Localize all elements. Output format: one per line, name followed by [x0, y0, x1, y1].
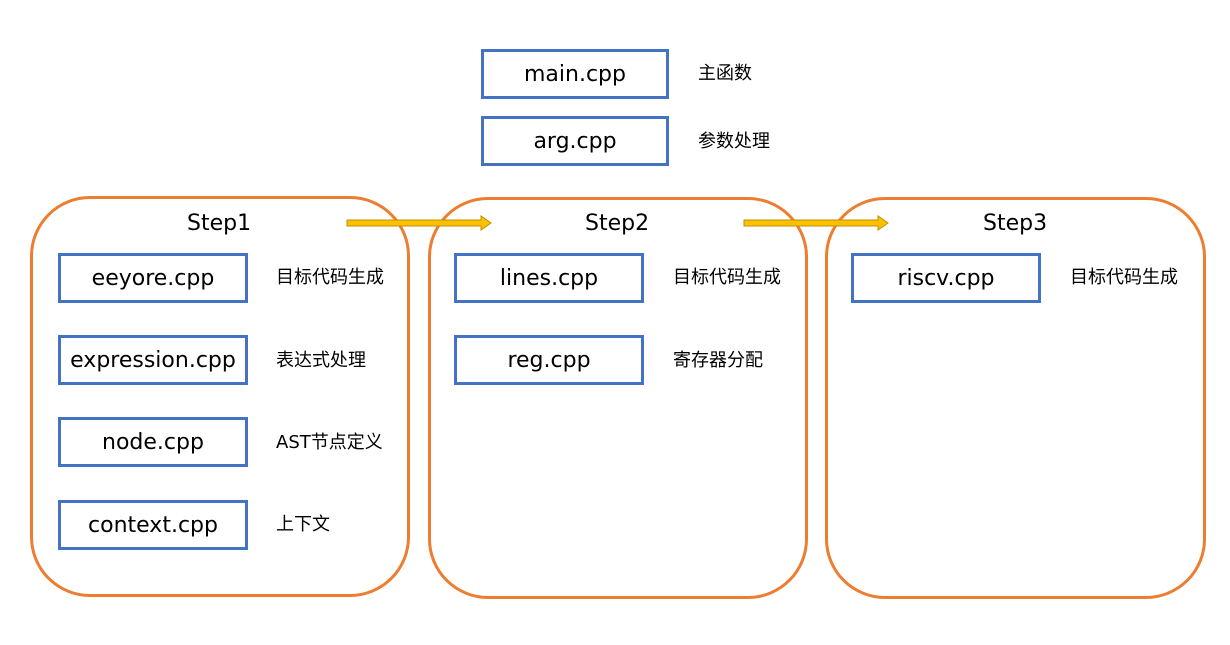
- reg-cpp-box: reg.cpp: [454, 335, 644, 385]
- step2-to-step3-arrow: [743, 215, 889, 231]
- arg-cpp-desc: 参数处理: [698, 131, 770, 152]
- arg-cpp-label: arg.cpp: [533, 128, 617, 154]
- expression-cpp-desc: 表达式处理: [276, 350, 366, 371]
- riscv-cpp-box: riscv.cpp: [851, 253, 1041, 303]
- step1-title: Step1: [187, 211, 252, 236]
- context-cpp-box: context.cpp: [58, 500, 248, 550]
- riscv-cpp-desc: 目标代码生成: [1070, 267, 1178, 288]
- reg-cpp-desc: 寄存器分配: [673, 350, 763, 371]
- step2-title: Step2: [585, 211, 650, 236]
- expression-cpp-label: expression.cpp: [70, 347, 236, 373]
- expression-cpp-box: expression.cpp: [58, 335, 248, 385]
- main-cpp-label: main.cpp: [524, 61, 626, 87]
- step2-to-step3-arrow-shape: [743, 215, 889, 231]
- node-cpp-desc: AST节点定义: [276, 432, 383, 453]
- main-cpp-box: main.cpp: [481, 49, 669, 99]
- lines-cpp-box: lines.cpp: [454, 253, 644, 303]
- reg-cpp-label: reg.cpp: [507, 347, 591, 373]
- lines-cpp-label: lines.cpp: [499, 265, 599, 291]
- step3-title: Step3: [983, 211, 1048, 236]
- context-cpp-label: context.cpp: [88, 512, 218, 538]
- eeyore-cpp-box: eeyore.cpp: [58, 253, 248, 303]
- step1-to-step2-arrow: [346, 215, 492, 231]
- lines-cpp-desc: 目标代码生成: [673, 267, 781, 288]
- node-cpp-label: node.cpp: [102, 429, 204, 455]
- context-cpp-desc: 上下文: [276, 514, 330, 535]
- eeyore-cpp-label: eeyore.cpp: [91, 265, 215, 291]
- step1-to-step2-arrow-shape: [346, 215, 492, 231]
- riscv-cpp-label: riscv.cpp: [897, 265, 995, 291]
- main-cpp-desc: 主函数: [698, 63, 752, 84]
- arg-cpp-box: arg.cpp: [481, 116, 669, 166]
- eeyore-cpp-desc: 目标代码生成: [276, 267, 384, 288]
- node-cpp-box: node.cpp: [58, 417, 248, 467]
